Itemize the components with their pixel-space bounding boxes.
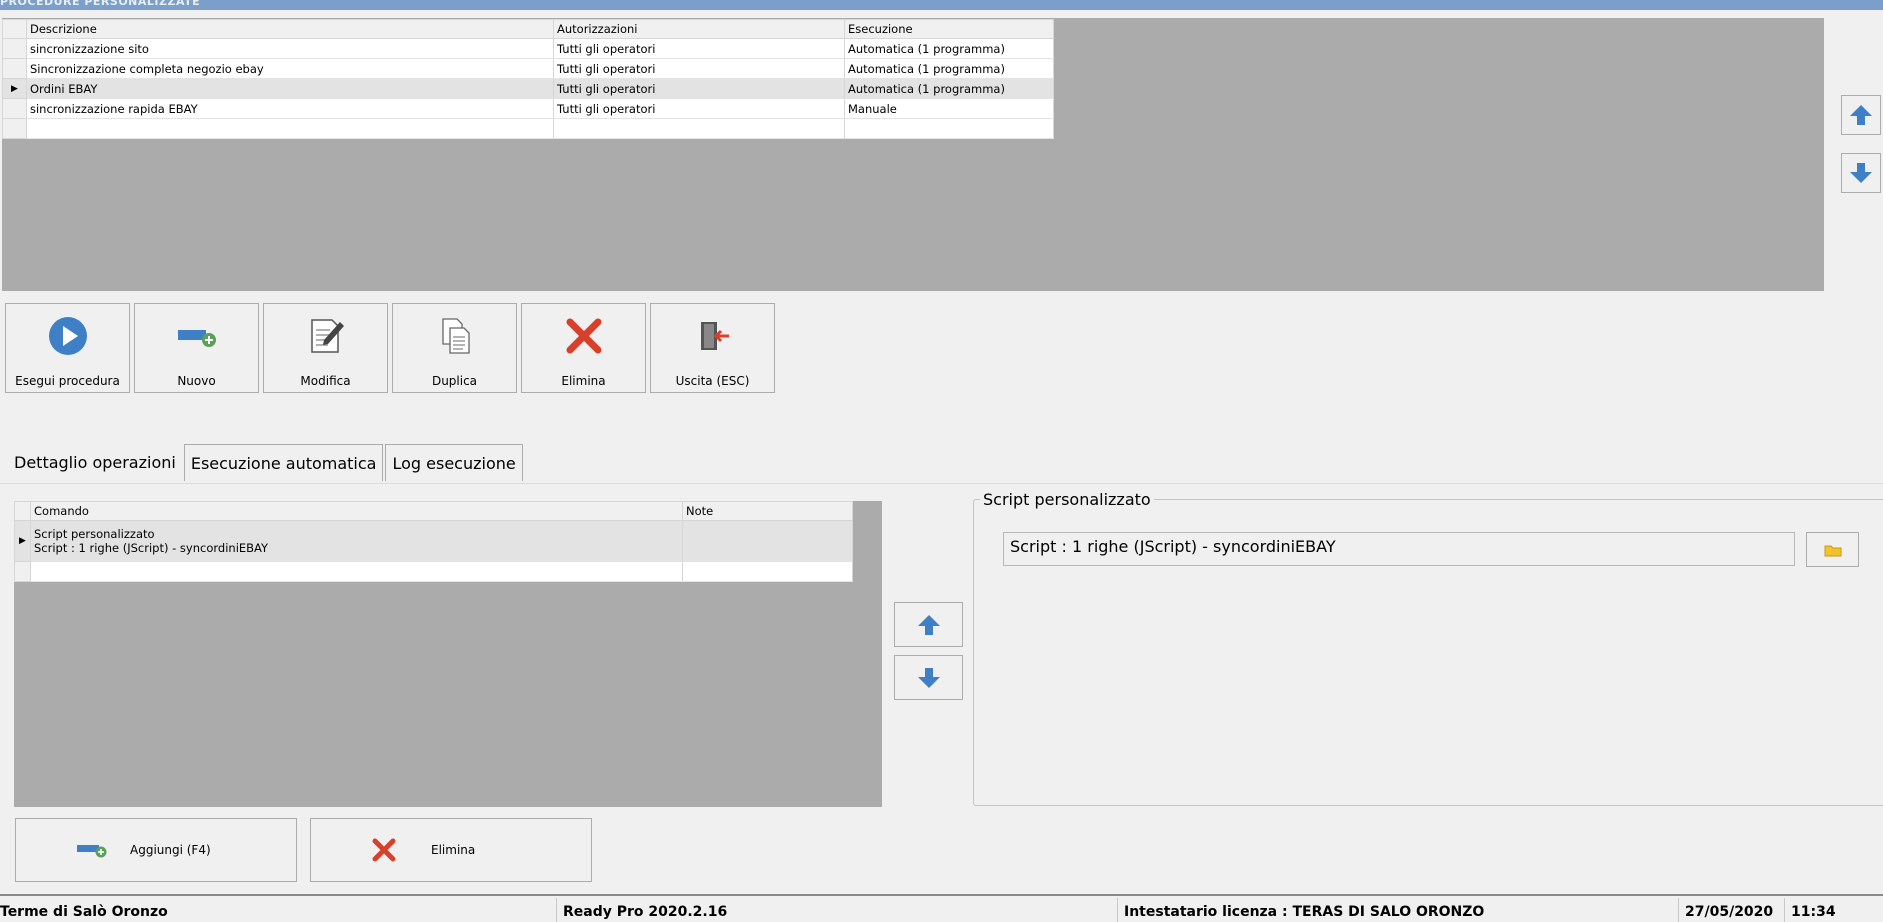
tab-content-divider	[0, 483, 1883, 484]
tab-dettaglio-operazioni[interactable]: Dettaglio operazioni	[12, 444, 182, 480]
arrow-down-icon	[1850, 163, 1872, 183]
play-icon	[48, 317, 87, 355]
delete-x-icon	[566, 318, 601, 354]
operations-header-row: Comando Note	[14, 501, 853, 521]
delete-operation-label: Elimina	[431, 843, 476, 857]
delete-label: Elimina	[561, 374, 606, 388]
tab-esecuzione-automatica[interactable]: Esecuzione automatica	[183, 444, 384, 481]
comando-line-1: Script personalizzato	[34, 527, 155, 541]
status-time: 11:34	[1784, 898, 1883, 922]
cell-descrizione[interactable]: Ordini EBAY	[26, 78, 554, 99]
cell-autorizzazioni[interactable]: Tutti gli operatori	[553, 78, 845, 99]
script-value-field[interactable]: Script : 1 righe (JScript) - syncordiniE…	[1003, 532, 1795, 566]
duplicate-button[interactable]: Duplica	[392, 303, 517, 393]
column-header-esecuzione[interactable]: Esecuzione	[844, 19, 1054, 39]
row-indicator[interactable]	[2, 58, 27, 79]
cell-note[interactable]	[682, 520, 853, 562]
row-indicator[interactable]	[2, 118, 27, 139]
move-down-button[interactable]	[1841, 153, 1881, 193]
exit-button[interactable]: Uscita (ESC)	[650, 303, 775, 393]
cell-descrizione[interactable]: sincronizzazione sito	[26, 38, 554, 59]
cell-esecuzione[interactable]: Automatica (1 programma)	[844, 58, 1054, 79]
run-procedure-button[interactable]: Esegui procedura	[5, 303, 130, 393]
cell-descrizione[interactable]: Sincronizzazione completa negozio ebay	[26, 58, 554, 79]
procedures-table: Descrizione Autorizzazioni Esecuzione si…	[2, 19, 1054, 139]
status-date: 27/05/2020	[1678, 898, 1785, 922]
cell-esecuzione[interactable]: Automatica (1 programma)	[844, 78, 1054, 99]
cell-empty[interactable]	[844, 118, 1054, 139]
cell-autorizzazioni[interactable]: Tutti gli operatori	[553, 98, 845, 119]
row-indicator[interactable]	[2, 38, 27, 59]
row-indicator-header	[14, 501, 31, 521]
cell-empty[interactable]	[26, 118, 554, 139]
column-header-comando[interactable]: Comando	[30, 501, 683, 521]
delete-x-icon	[372, 838, 396, 862]
exit-door-icon	[700, 322, 729, 350]
add-record-icon	[77, 845, 107, 858]
comando-line-2: Script : 1 righe (JScript) - syncordiniE…	[34, 541, 269, 555]
cell-empty[interactable]	[30, 561, 683, 582]
table-row[interactable]: Sincronizzazione completa negozio ebay T…	[2, 58, 1054, 79]
copy-documents-icon	[441, 318, 470, 354]
procedures-header-row: Descrizione Autorizzazioni Esecuzione	[2, 19, 1054, 39]
edit-document-icon	[310, 319, 344, 353]
cell-empty[interactable]	[682, 561, 853, 582]
folder-icon	[1824, 545, 1841, 556]
operations-table: Comando Note ▶ Script personalizzato Scr…	[14, 501, 853, 582]
row-indicator[interactable]	[14, 561, 31, 582]
operation-move-down-button[interactable]	[894, 655, 963, 700]
cell-esecuzione[interactable]: Manuale	[844, 98, 1054, 119]
detail-tabs: Dettaglio operazioni Esecuzione automati…	[12, 444, 525, 484]
cell-autorizzazioni[interactable]: Tutti gli operatori	[553, 38, 845, 59]
exit-label: Uscita (ESC)	[675, 374, 750, 388]
move-up-button[interactable]	[1841, 95, 1881, 135]
arrow-up-icon	[917, 614, 940, 635]
browse-script-button[interactable]	[1806, 532, 1859, 567]
add-operation-button[interactable]: Aggiungi (F4)	[15, 818, 297, 882]
operation-move-up-button[interactable]	[894, 602, 963, 647]
cell-comando[interactable]: Script personalizzato Script : 1 righe (…	[30, 520, 683, 562]
add-operation-label: Aggiungi (F4)	[130, 843, 211, 857]
table-row-selected[interactable]: ▶ Script personalizzato Script : 1 righe…	[14, 520, 853, 562]
table-row-selected[interactable]: ▶ Ordini EBAY Tutti gli operatori Automa…	[2, 78, 1054, 99]
table-row-new[interactable]	[2, 118, 1054, 139]
add-record-icon	[177, 330, 216, 347]
tab-log-esecuzione[interactable]: Log esecuzione	[385, 444, 523, 481]
status-product-version: Ready Pro 2020.2.16	[556, 898, 1118, 922]
arrow-up-icon	[1850, 105, 1872, 125]
row-indicator-header	[2, 19, 27, 39]
duplicate-label: Duplica	[431, 374, 478, 388]
table-row[interactable]: sincronizzazione sito Tutti gli operator…	[2, 38, 1054, 59]
edit-label: Modifica	[300, 374, 351, 388]
delete-operation-button[interactable]: Elimina	[310, 818, 592, 882]
window-title: PROCEDURE PERSONALIZZATE	[0, 0, 201, 8]
cell-empty[interactable]	[553, 118, 845, 139]
cell-esecuzione[interactable]: Automatica (1 programma)	[844, 38, 1054, 59]
cell-autorizzazioni[interactable]: Tutti gli operatori	[553, 58, 845, 79]
edit-button[interactable]: Modifica	[263, 303, 388, 393]
table-row[interactable]: sincronizzazione rapida EBAY Tutti gli o…	[2, 98, 1054, 119]
column-header-note[interactable]: Note	[682, 501, 853, 521]
row-indicator[interactable]	[2, 98, 27, 119]
window-titlebar: PROCEDURE PERSONALIZZATE	[0, 0, 1883, 10]
cell-descrizione[interactable]: sincronizzazione rapida EBAY	[26, 98, 554, 119]
run-procedure-label: Esegui procedura	[15, 374, 120, 388]
new-button[interactable]: Nuovo	[134, 303, 259, 393]
column-header-autorizzazioni[interactable]: Autorizzazioni	[553, 19, 845, 39]
status-company: Terme di Salò Oronzo	[0, 904, 168, 920]
current-row-indicator-icon[interactable]: ▶	[14, 520, 31, 562]
new-label: Nuovo	[177, 374, 216, 388]
delete-button[interactable]: Elimina	[521, 303, 646, 393]
status-license: Intestatario licenza : TERAS DI SALO ORO…	[1117, 898, 1679, 922]
status-bar: Terme di Salò Oronzo Ready Pro 2020.2.16…	[0, 894, 1883, 922]
script-group-legend: Script personalizzato	[983, 490, 1151, 509]
arrow-down-icon	[917, 667, 940, 688]
current-row-indicator-icon[interactable]: ▶	[2, 78, 27, 99]
table-row-new[interactable]	[14, 561, 853, 582]
column-header-descrizione[interactable]: Descrizione	[26, 19, 554, 39]
